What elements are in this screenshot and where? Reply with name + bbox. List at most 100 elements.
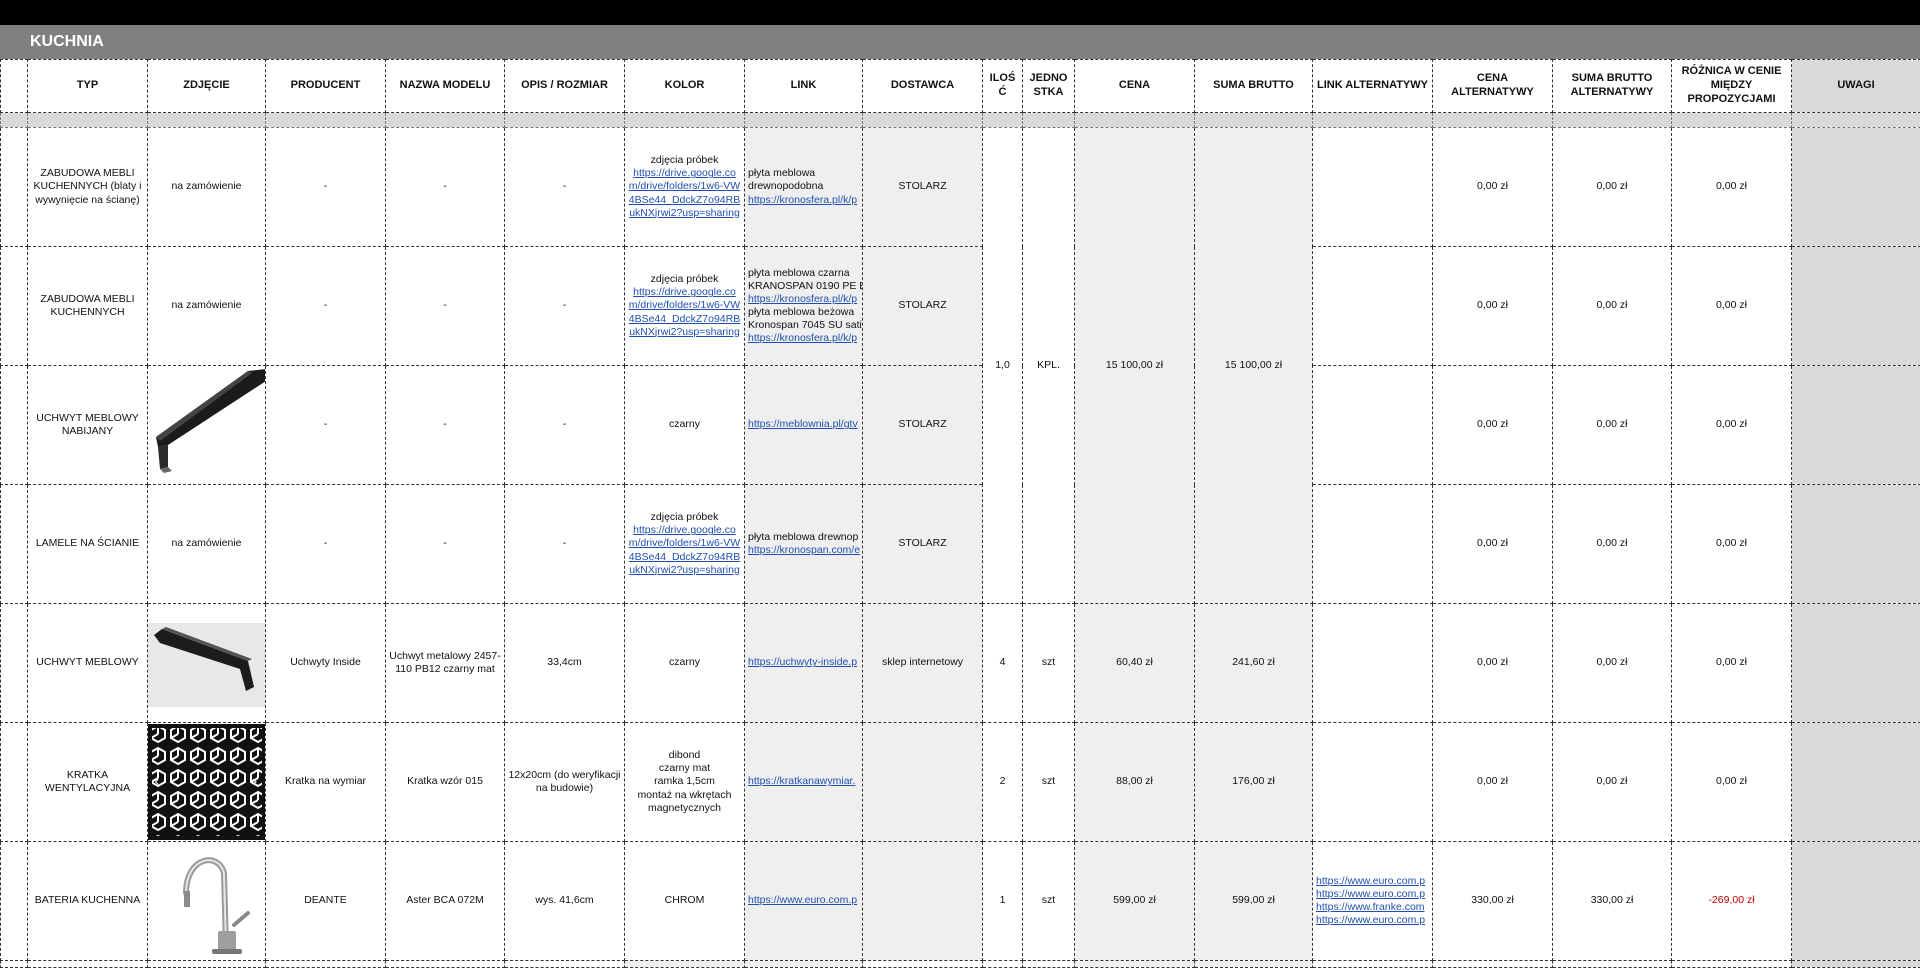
cell-producent[interactable]: -	[266, 366, 386, 485]
cell-suma[interactable]: 241,60 zł	[1195, 604, 1313, 723]
kolor-link[interactable]: https://drive.google.com/drive/folders/1…	[628, 286, 741, 339]
cell-roznica[interactable]: 0,00 zł	[1672, 128, 1792, 247]
cell-zdjecie[interactable]: na zamówienie	[148, 485, 266, 604]
cell-link-alt[interactable]	[1313, 604, 1433, 723]
cell-suma-alt[interactable]: 0,00 zł	[1553, 604, 1672, 723]
cell-dostawca[interactable]: STOLARZ	[863, 128, 983, 247]
cell-nazwa[interactable]: Kratka wzór 015	[386, 723, 505, 842]
cell-producent[interactable]: -	[266, 485, 386, 604]
cell-link[interactable]: https://meblownia.pl/gtv	[745, 366, 863, 485]
cell-suma[interactable]: 176,00 zł	[1195, 723, 1313, 842]
header-zdjecie[interactable]: ZDJĘCIE	[148, 60, 266, 113]
cell-dostawca[interactable]: STOLARZ	[863, 247, 983, 366]
header-suma-alt[interactable]: SUMA BRUTTO ALTERNATYWY	[1553, 60, 1672, 113]
cell-jednostka[interactable]: szt	[1023, 604, 1075, 723]
cell-opis[interactable]: -	[505, 485, 625, 604]
cell-kolor[interactable]: czarny	[625, 604, 745, 723]
header-link-alt[interactable]: LINK ALTERNATYWY	[1313, 60, 1433, 113]
cell-link-alt[interactable]	[1313, 366, 1433, 485]
cell-typ[interactable]: UCHWYT MEBLOWY	[28, 604, 148, 723]
header-roznica[interactable]: RÓŻNICA W CENIE MIĘDZY PROPOZYCJAMI	[1672, 60, 1792, 113]
cell-zdjecie[interactable]	[148, 604, 266, 723]
cell-producent[interactable]: DEANTE	[266, 842, 386, 961]
alt-link[interactable]: https://www.euro.com.p	[1316, 875, 1429, 888]
cell-opis[interactable]: -	[505, 128, 625, 247]
product-link[interactable]: https://kronospan.com/e	[748, 544, 859, 557]
header-nazwa[interactable]: NAZWA MODELU	[386, 60, 505, 113]
cell-uwagi[interactable]	[1792, 485, 1920, 604]
cell-zdjecie[interactable]: ‹ ›	[148, 723, 266, 842]
cell-dostawca[interactable]: STOLARZ	[863, 485, 983, 604]
cell-dostawca[interactable]	[863, 842, 983, 961]
cell-link-alt[interactable]	[1313, 723, 1433, 842]
header-ilosc[interactable]: ILOŚĆ	[983, 60, 1023, 113]
cell-roznica[interactable]: -269,00 zł	[1672, 842, 1792, 961]
cell-zdjecie[interactable]	[148, 842, 266, 961]
cell-cena-alt[interactable]: 0,00 zł	[1433, 604, 1553, 723]
cell-suma[interactable]: 599,00 zł	[1195, 842, 1313, 961]
cell-dostawca[interactable]: sklep internetowy	[863, 604, 983, 723]
product-link[interactable]: https://uchwyty-inside.p	[748, 656, 859, 669]
cell-uwagi[interactable]	[1792, 128, 1920, 247]
cell-kolor[interactable]: dibond czarny mat ramka 1,5cm montaż na …	[625, 723, 745, 842]
header-opis[interactable]: OPIS / ROZMIAR	[505, 60, 625, 113]
cell-typ[interactable]: UCHWYT MEBLOWY NABIJANY	[28, 366, 148, 485]
header-producent[interactable]: PRODUCENT	[266, 60, 386, 113]
cell-kolor[interactable]: zdjęcia próbek https://drive.google.com/…	[625, 128, 745, 247]
cell-ilosc[interactable]: 4	[983, 604, 1023, 723]
cell-cena-alt[interactable]: 0,00 zł	[1433, 485, 1553, 604]
cell-suma-merged[interactable]: 15 100,00 zł	[1195, 128, 1313, 604]
cell-zdjecie[interactable]: na zamówienie	[148, 128, 266, 247]
cell-link-alt[interactable]	[1313, 128, 1433, 247]
cell-jednostka[interactable]: szt	[1023, 842, 1075, 961]
kolor-link[interactable]: https://drive.google.com/drive/folders/1…	[628, 524, 741, 577]
header-dostawca[interactable]: DOSTAWCA	[863, 60, 983, 113]
product-link[interactable]: https://kronosfera.pl/k/p	[748, 194, 859, 207]
cell-opis[interactable]: -	[505, 247, 625, 366]
kolor-link[interactable]: https://drive.google.com/drive/folders/1…	[628, 167, 741, 220]
cell-cena[interactable]: 88,00 zł	[1075, 723, 1195, 842]
cell-uwagi[interactable]	[1792, 842, 1920, 961]
cell-producent[interactable]: Kratka na wymiar	[266, 723, 386, 842]
cell-producent[interactable]: -	[266, 247, 386, 366]
cell-cena-alt[interactable]: 0,00 zł	[1433, 128, 1553, 247]
alt-link[interactable]: https://www.franke.com	[1316, 901, 1429, 914]
product-link[interactable]: https://kronosfera.pl/k/p	[748, 293, 859, 306]
cell-link[interactable]: https://uchwyty-inside.p	[745, 604, 863, 723]
cell-suma-alt[interactable]: 0,00 zł	[1553, 485, 1672, 604]
cell-dostawca[interactable]: STOLARZ	[863, 366, 983, 485]
cell-cena-alt[interactable]: 330,00 zł	[1433, 842, 1553, 961]
cell-nazwa[interactable]: Aster BCA 072M	[386, 842, 505, 961]
cell-jednostka-merged[interactable]: KPL.	[1023, 128, 1075, 604]
cell-cena-alt[interactable]: 0,00 zł	[1433, 366, 1553, 485]
cell-opis[interactable]: wys. 41,6cm	[505, 842, 625, 961]
cell-opis[interactable]: -	[505, 366, 625, 485]
cell-zdjecie[interactable]	[148, 366, 266, 485]
product-link[interactable]: https://www.euro.com.p	[748, 894, 859, 907]
cell-producent[interactable]: -	[266, 128, 386, 247]
cell-ilosc[interactable]: 1	[983, 842, 1023, 961]
cell-suma-alt[interactable]: 0,00 zł	[1553, 366, 1672, 485]
cell-nazwa[interactable]: -	[386, 247, 505, 366]
cell-roznica[interactable]: 0,00 zł	[1672, 604, 1792, 723]
cell-roznica[interactable]: 0,00 zł	[1672, 366, 1792, 485]
header-kolor[interactable]: KOLOR	[625, 60, 745, 113]
cell-zdjecie[interactable]: na zamówienie	[148, 247, 266, 366]
cell-cena[interactable]: 60,40 zł	[1075, 604, 1195, 723]
header-jednostka[interactable]: JEDNOSTKA	[1023, 60, 1075, 113]
cell-typ[interactable]: ZABUDOWA MEBLI KUCHENNYCH (blaty i wywyn…	[28, 128, 148, 247]
cell-roznica[interactable]: 0,00 zł	[1672, 723, 1792, 842]
header-uwagi[interactable]: UWAGI	[1792, 60, 1920, 113]
cell-producent[interactable]: Uchwyty Inside	[266, 604, 386, 723]
cell-opis[interactable]: 12x20cm (do weryfikacji na budowie)	[505, 723, 625, 842]
cell-uwagi[interactable]	[1792, 366, 1920, 485]
cell-link-alt[interactable]: https://www.euro.com.p https://www.euro.…	[1313, 842, 1433, 961]
header-cena-alt[interactable]: CENA ALTERNATYWY	[1433, 60, 1553, 113]
cell-link-alt[interactable]	[1313, 247, 1433, 366]
alt-link[interactable]: https://www.euro.com.p	[1316, 888, 1429, 901]
cell-nazwa[interactable]: -	[386, 485, 505, 604]
cell-suma-alt[interactable]: 0,00 zł	[1553, 723, 1672, 842]
cell-ilosc[interactable]: 2	[983, 723, 1023, 842]
cell-roznica[interactable]: 0,00 zł	[1672, 247, 1792, 366]
cell-kolor[interactable]: czarny	[625, 366, 745, 485]
